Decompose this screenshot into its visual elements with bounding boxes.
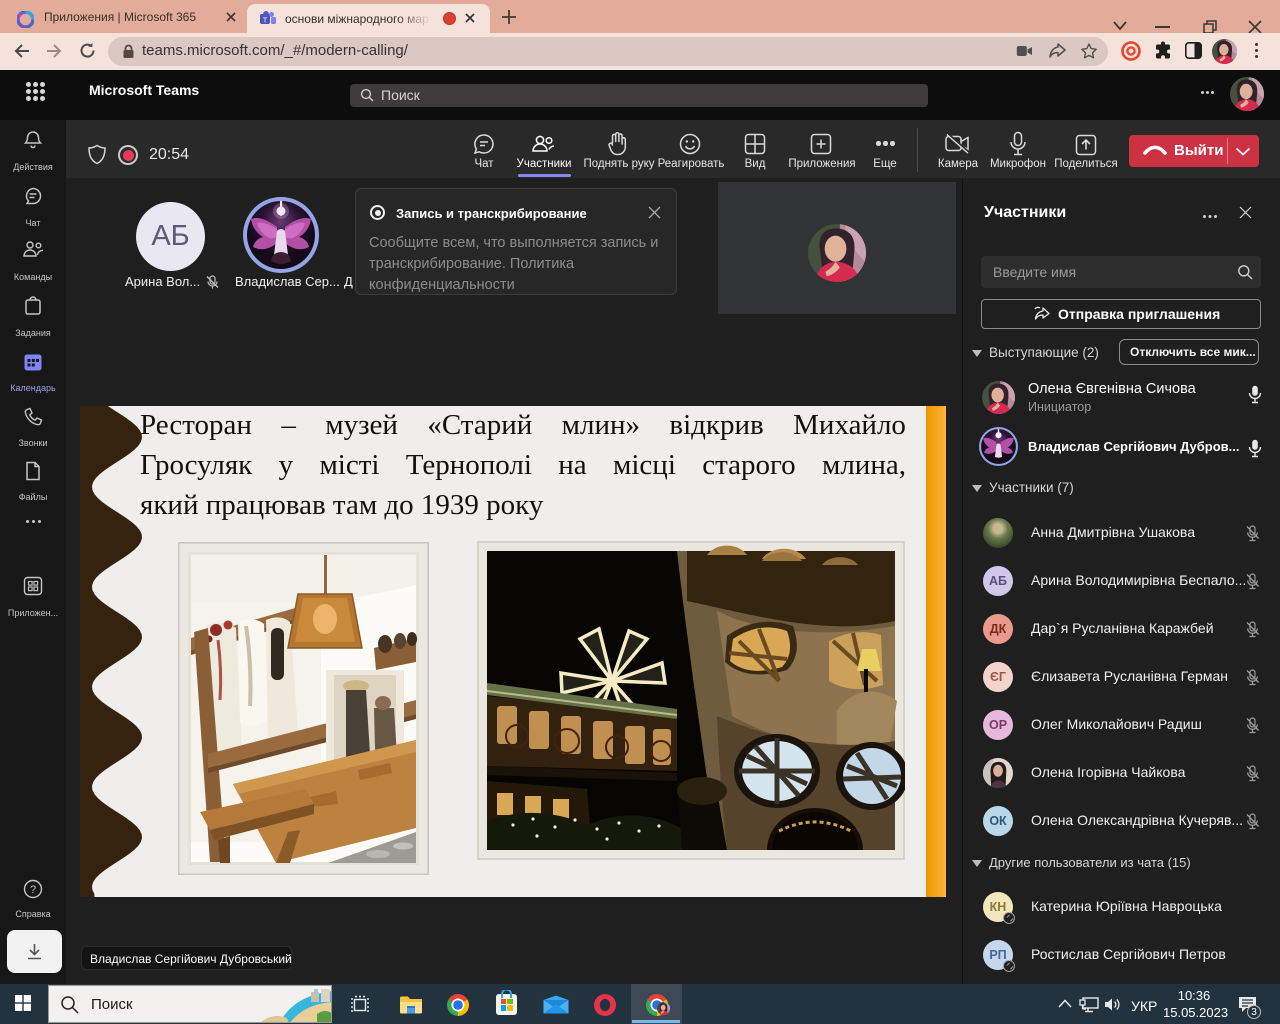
svg-text:T: T: [263, 16, 268, 25]
svg-text:?: ?: [30, 884, 36, 896]
